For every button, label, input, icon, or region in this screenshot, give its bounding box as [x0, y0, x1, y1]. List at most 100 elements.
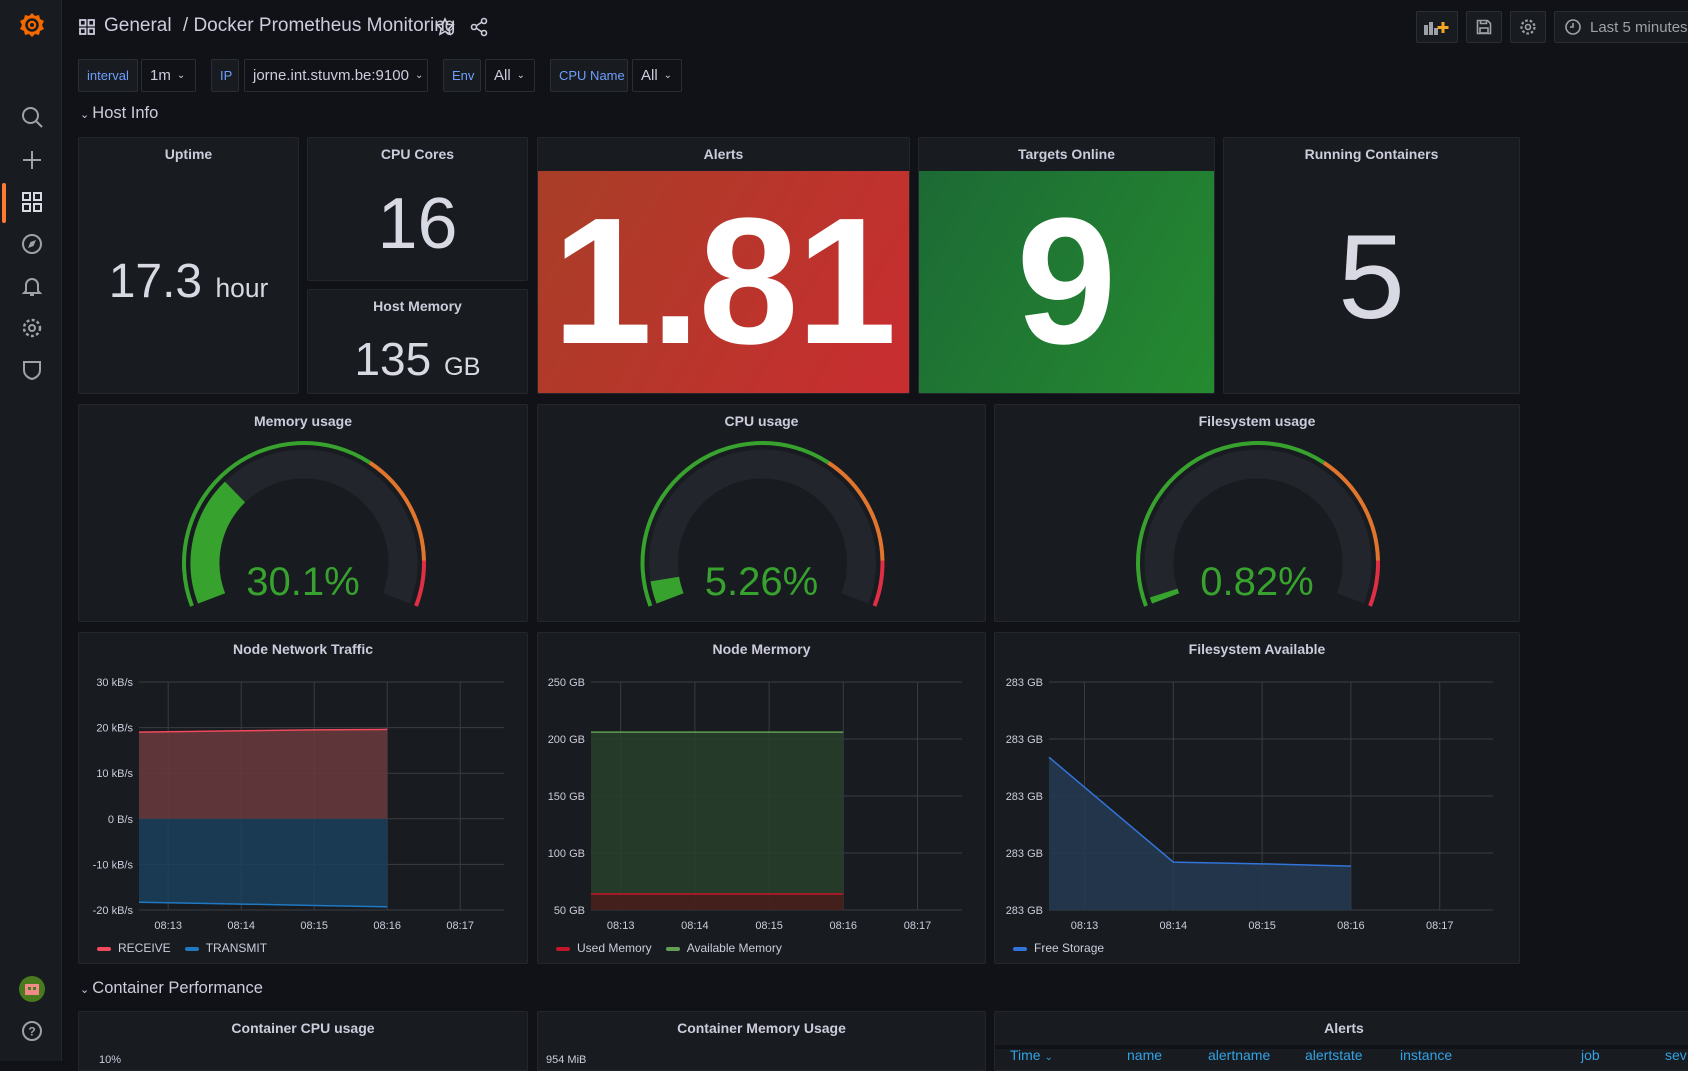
user-avatar[interactable]: [19, 976, 45, 1002]
series-area-transmit: [139, 818, 388, 907]
panel-title: Host Memory: [373, 298, 462, 314]
x-tick-label: 08:14: [681, 920, 709, 932]
panel-title: Alerts: [1324, 1020, 1364, 1036]
row-title: Container Performance: [92, 979, 263, 997]
sidebar: ?: [0, 0, 62, 1061]
panel-title: CPU Cores: [380, 146, 455, 162]
row-host-info[interactable]: ⌄ Host Info: [80, 104, 158, 123]
variable-select-cpu-name[interactable]: All ⌄: [632, 59, 682, 92]
legend-item-free-storage[interactable]: Free Storage: [1013, 941, 1104, 955]
legend: RECEIVE TRANSMIT: [97, 941, 267, 955]
variable-value: 1m: [150, 67, 171, 84]
y-tick-label: 10 kB/s: [96, 768, 133, 780]
stat-value: 9: [1016, 181, 1117, 382]
variable-label-ip: IP: [211, 59, 239, 92]
panel-title: Filesystem Available: [1188, 641, 1326, 657]
share-icon[interactable]: [469, 17, 489, 42]
legend-item-available-memory[interactable]: Available Memory: [665, 941, 782, 955]
y-tick-label: 283 GB: [1006, 677, 1043, 689]
time-range-label: Last 5 minutes: [1590, 18, 1688, 36]
chevron-down-icon: ⌄: [80, 984, 93, 996]
search-icon[interactable]: [19, 104, 45, 130]
row-title: Host Info: [92, 104, 159, 122]
series-area-available-memory: [591, 732, 844, 910]
variable-select-interval[interactable]: 1m ⌄: [141, 59, 196, 92]
dashboard-settings-button[interactable]: [1510, 11, 1546, 43]
time-range-picker[interactable]: Last 5 minutes: [1554, 11, 1688, 43]
chevron-down-icon: ⌄: [414, 70, 424, 81]
panel-memory-usage-gauge: Memory usage 30.1%: [78, 404, 528, 622]
x-tick-label: 08:16: [373, 920, 401, 932]
legend-item-used-memory[interactable]: Used Memory: [556, 941, 652, 955]
explore-compass-icon[interactable]: [19, 231, 45, 257]
y-tick-label: 283 GB: [1006, 905, 1043, 917]
variable-select-env[interactable]: All ⌄: [485, 59, 535, 92]
panel-targets-online: Targets Online 9: [918, 137, 1215, 394]
configuration-gear-icon[interactable]: [19, 315, 45, 341]
gauge-value: 0.82%: [1200, 560, 1314, 604]
star-icon[interactable]: [435, 17, 455, 42]
row-container-performance[interactable]: ⌄ Container Performance: [80, 979, 263, 998]
stat-value: 5: [1338, 210, 1405, 344]
dashboards-icon[interactable]: [19, 189, 45, 215]
breadcrumb-folder[interactable]: General: [104, 15, 172, 36]
panel-title: Container Memory Usage: [677, 1020, 846, 1036]
server-admin-shield-icon[interactable]: [19, 357, 45, 383]
dashboard-grid-icon: [79, 19, 95, 40]
chevron-down-icon: ⌄: [663, 70, 673, 81]
panel-title: Filesystem usage: [1198, 413, 1316, 429]
clock-icon: [1565, 19, 1581, 35]
y-tick-label: 200 GB: [548, 734, 585, 746]
x-tick-label: 08:13: [607, 920, 635, 932]
chart: 30 kB/s 20 kB/s 10 kB/s 0 B/s -10 kB/s -20 kB…: [93, 677, 504, 932]
x-tick-label: 08:14: [1160, 920, 1188, 932]
unit: hour: [215, 273, 269, 303]
series-area-used-memory: [591, 894, 844, 910]
alerting-bell-icon[interactable]: [19, 273, 45, 299]
plus-icon[interactable]: [19, 147, 45, 173]
variable-value: All: [641, 67, 658, 84]
x-tick-label: 08:14: [227, 920, 255, 932]
x-tick-label: 08:16: [830, 920, 858, 932]
legend-swatch: [556, 946, 570, 951]
panel-node-network-traffic: Node Network Traffic 30 kB/s 20 kB/s 10 kB…: [78, 632, 528, 964]
panel-node-memory: Node Mermory 250 GB 200 GB 150 GB 100 GB 50 …: [537, 632, 986, 964]
legend-swatch: [665, 946, 680, 951]
x-tick-label: 08:17: [1426, 920, 1454, 932]
legend-label: Available Memory: [686, 941, 782, 955]
panel-filesystem-available: Filesystem Available 283 GB 283 GB 283 GB 2…: [994, 632, 1520, 964]
panel-uptime: Uptime 17.3 hour: [78, 137, 299, 394]
panel-title: Alerts: [703, 146, 744, 162]
panel-cpu-cores: CPU Cores 16: [307, 137, 528, 281]
dashboard-title[interactable]: / Docker Prometheus Monitoring: [183, 15, 455, 36]
x-tick-label: 08:17: [904, 920, 932, 932]
panel-title: Uptime: [164, 146, 213, 162]
panel-container-cpu-usage: Container CPU usage 10%: [78, 1011, 528, 1071]
y-tick-label: 100 GB: [548, 848, 585, 860]
stat-value: 1.81: [552, 181, 896, 382]
help-icon[interactable]: ?: [19, 1018, 45, 1044]
grafana-logo-icon[interactable]: [19, 12, 45, 38]
variable-label-interval: interval: [78, 59, 138, 92]
chart: 283 GB 283 GB 283 GB 283 GB 283 GB 08:13 08:14…: [1006, 677, 1493, 932]
x-tick-label: 08:15: [300, 920, 328, 932]
panel-title: Node Network Traffic: [232, 641, 374, 657]
legend-item-receive[interactable]: RECEIVE: [97, 941, 171, 955]
stat-value: 17.3 hour: [79, 254, 298, 309]
legend-swatch: [1013, 946, 1027, 951]
panel-running-containers: Running Containers 5: [1223, 137, 1520, 394]
variable-label-cpu-name: CPU Name: [550, 59, 628, 92]
add-panel-button[interactable]: [1416, 11, 1458, 43]
legend-label: Free Storage: [1034, 941, 1105, 955]
variable-label-env: Env: [443, 59, 481, 92]
unit: GB: [443, 353, 481, 381]
y-tick-label: 20 kB/s: [96, 723, 133, 735]
x-tick-label: 08:15: [1248, 920, 1276, 932]
value: 17.3: [108, 255, 203, 308]
save-dashboard-button[interactable]: [1466, 11, 1502, 43]
x-tick-label: 08:13: [1071, 920, 1099, 932]
variable-select-ip[interactable]: jorne.int.stuvm.be:9100 ⌄: [244, 59, 428, 92]
panel-title: CPU usage: [724, 413, 799, 429]
panel-title: Running Containers: [1304, 146, 1439, 162]
legend-item-transmit[interactable]: TRANSMIT: [184, 941, 267, 955]
